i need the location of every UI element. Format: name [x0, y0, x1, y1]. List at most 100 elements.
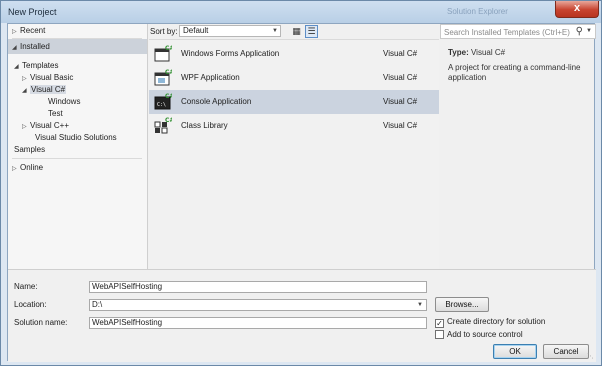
cancel-button[interactable]: Cancel: [543, 344, 589, 359]
tree-item-recent[interactable]: ▷ Recent: [12, 25, 45, 37]
project-form: Name: WebAPISelfHosting Location: D:\ ▼ …: [8, 269, 596, 362]
detail-description: A project for creating a command-line ap…: [448, 63, 581, 82]
svg-text:C#: C#: [165, 93, 172, 100]
wpf-icon: C#: [154, 69, 172, 86]
tree-item-samples[interactable]: Samples: [14, 144, 45, 156]
name-label: Name:: [14, 282, 38, 291]
checkbox-checked-icon[interactable]: ✓: [435, 319, 444, 328]
chevron-down-icon: ▼: [417, 302, 423, 308]
tree-item-online[interactable]: ▷ Online: [12, 162, 43, 174]
dialog-body: ▷ Recent ◢ Installed ◢ Templates ▷ Visual Ba…: [7, 23, 596, 362]
ok-button-label: OK: [509, 347, 521, 356]
background-window-title: Solution Explorer: [447, 7, 508, 16]
tree-item-installed-label[interactable]: ◢ Installed: [12, 41, 50, 53]
collapse-arrow-icon[interactable]: ◢: [22, 85, 30, 97]
tree-item-visual-csharp[interactable]: ◢ Visual C#: [22, 84, 67, 97]
svg-text:C#: C#: [165, 45, 172, 52]
solution-name-value: WebAPISelfHosting: [92, 318, 163, 327]
create-directory-checkbox[interactable]: ✓ Create directory for solution: [435, 316, 546, 328]
new-project-dialog: New Project Solution Explorer x ▷ Recent …: [0, 0, 602, 366]
resize-grip-icon[interactable]: ⋱: [587, 352, 594, 360]
sort-label: Sort by:: [150, 27, 178, 36]
close-button[interactable]: x: [555, 1, 599, 18]
tree-item-label: Windows: [48, 97, 81, 106]
tree-item-label: Visual Basic: [30, 73, 74, 82]
detail-type-label: Type:: [448, 48, 469, 57]
template-name: Windows Forms Application: [181, 49, 280, 58]
search-box[interactable]: Search Installed Templates (Ctrl+E) ⚲ ▼: [440, 24, 596, 39]
solution-name-label: Solution name:: [14, 318, 68, 327]
template-name: Class Library: [181, 121, 228, 130]
solution-name-field[interactable]: WebAPISelfHosting: [89, 317, 427, 329]
expand-arrow-icon[interactable]: ▷: [12, 163, 20, 175]
template-list: C# Windows Forms Application Visual C# C…: [149, 39, 439, 269]
expand-arrow-icon[interactable]: ▷: [12, 26, 20, 38]
cancel-button-label: Cancel: [553, 347, 579, 356]
source-control-label: Add to source control: [447, 330, 523, 339]
tree-item-label: Samples: [14, 145, 46, 154]
create-directory-label: Create directory for solution: [447, 317, 546, 326]
template-name: Console Application: [181, 97, 252, 106]
checkbox-unchecked-icon[interactable]: [435, 330, 444, 339]
console-icon: C:\ C#: [154, 93, 172, 110]
title-bar[interactable]: New Project Solution Explorer x: [1, 1, 601, 23]
tree-item-templates[interactable]: ◢ Templates: [14, 60, 58, 72]
name-field[interactable]: WebAPISelfHosting: [89, 281, 427, 293]
tree-item-vs-solutions[interactable]: Visual Studio Solutions: [35, 132, 117, 144]
template-language: Visual C#: [383, 49, 418, 58]
chevron-down-icon: ▼: [272, 28, 278, 34]
sort-dropdown[interactable]: Default ▼: [179, 25, 281, 37]
medium-icons-view-button[interactable]: ▦: [290, 25, 303, 38]
ok-button[interactable]: OK: [493, 344, 537, 359]
tree-item-test[interactable]: Test: [48, 108, 63, 120]
sort-toolbar: Sort by: Default ▼ ▦ ☰: [149, 24, 439, 39]
location-dropdown[interactable]: D:\ ▼: [89, 299, 427, 311]
chevron-down-icon[interactable]: ▼: [586, 28, 592, 34]
location-field-value: D:\: [92, 300, 103, 309]
detail-type: Type: Visual C#: [448, 48, 588, 57]
tree-item-label: Recent: [20, 26, 46, 35]
template-name: WPF Application: [181, 73, 240, 82]
collapse-arrow-icon[interactable]: ◢: [14, 61, 22, 73]
template-item-windows-forms[interactable]: C# Windows Forms Application Visual C#: [149, 42, 439, 66]
winforms-icon: C#: [154, 45, 172, 62]
template-language: Visual C#: [383, 121, 418, 130]
tree-item-label: Templates: [22, 61, 59, 70]
expand-arrow-icon[interactable]: ▷: [22, 121, 30, 133]
window-title: New Project: [8, 7, 57, 17]
template-item-wpf[interactable]: C# WPF Application Visual C#: [149, 66, 439, 90]
browse-button-label: Browse...: [445, 300, 479, 309]
tree-item-visual-basic[interactable]: ▷ Visual Basic: [22, 72, 73, 84]
class-library-icon: C#: [154, 117, 172, 134]
template-tree: ▷ Recent ◢ Installed ◢ Templates ▷ Visual Ba…: [8, 24, 148, 269]
list-view-icon: ☰: [307, 26, 316, 36]
location-label: Location:: [14, 300, 47, 309]
tree-item-windows[interactable]: Windows: [48, 96, 80, 108]
template-item-console[interactable]: C:\ C# Console Application Visual C#: [149, 90, 439, 114]
search-input[interactable]: Search Installed Templates (Ctrl+E): [444, 28, 570, 37]
template-language: Visual C#: [383, 97, 418, 106]
tree-item-label: Installed: [20, 42, 50, 51]
source-control-checkbox[interactable]: Add to source control: [435, 329, 523, 340]
grid-view-icon: ▦: [292, 26, 301, 36]
tree-item-label: Test: [48, 109, 63, 118]
divider: [12, 158, 142, 159]
tree-item-label: Visual Studio Solutions: [35, 133, 117, 142]
template-item-class-library[interactable]: C# Class Library Visual C#: [149, 114, 439, 138]
browse-button[interactable]: Browse...: [435, 297, 489, 312]
tree-item-label: Online: [20, 163, 44, 172]
sort-selected-value: Default: [183, 26, 209, 35]
svg-text:C:\: C:\: [157, 102, 166, 108]
svg-text:C#: C#: [165, 69, 172, 76]
template-details: Type: Visual C# A project for creating a…: [448, 48, 588, 83]
template-language: Visual C#: [383, 73, 418, 82]
details-view-button[interactable]: ☰: [305, 25, 318, 38]
svg-text:C#: C#: [165, 117, 172, 124]
name-field-value: WebAPISelfHosting: [92, 282, 163, 291]
close-icon: x: [573, 2, 581, 14]
tree-item-label: Visual C++: [30, 121, 69, 130]
tree-item-visual-cpp[interactable]: ▷ Visual C++: [22, 120, 69, 132]
search-icon[interactable]: ⚲: [576, 26, 583, 37]
collapse-arrow-icon[interactable]: ◢: [12, 42, 20, 54]
tree-item-label: Visual C#: [30, 85, 67, 94]
